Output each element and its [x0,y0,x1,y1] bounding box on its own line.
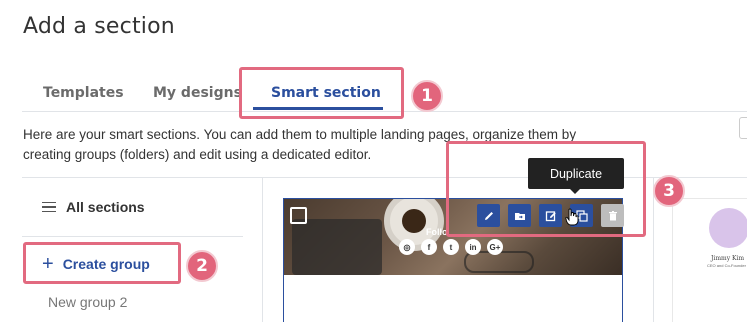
profile-name: Jimmy Kim [711,255,745,262]
step-badge-1: 1 [411,80,443,112]
select-section-checkbox[interactable] [290,207,307,224]
linkedin-icon: in [465,239,481,255]
facebook-icon: f [421,239,437,255]
step-badge-3: 3 [653,175,685,207]
list-icon [42,201,56,213]
sidebar-divider [262,177,263,322]
step-badge-2: 2 [186,250,218,282]
follow-text: Follo [426,227,448,237]
tab-my-designs[interactable]: My designs [153,85,242,101]
tab-templates[interactable]: Templates [43,85,124,101]
googleplus-icon: G+ [487,239,503,255]
twitter-icon: t [443,239,459,255]
highlight-box-2 [23,242,181,284]
highlight-box-3 [446,141,646,237]
sidebar-separator [22,236,243,237]
search-field-edge[interactable] [739,117,747,139]
notebook-shape [292,219,382,275]
all-sections-label: All sections [66,199,145,215]
profile-avatar [709,208,747,248]
page-title: Add a section [23,14,175,39]
highlight-box-1 [239,67,404,119]
social-icons: ◎ f t in G+ [399,239,503,255]
sidebar-item-group[interactable]: New group 2 [48,294,127,310]
card-column-divider [653,177,654,322]
section-preview-card-2[interactable]: Jimmy Kim CEO and Co-Founder [672,198,747,322]
instagram-icon: ◎ [399,239,415,255]
sidebar-item-all-sections[interactable]: All sections [42,199,145,215]
profile-role: CEO and Co-Founder [707,263,746,268]
